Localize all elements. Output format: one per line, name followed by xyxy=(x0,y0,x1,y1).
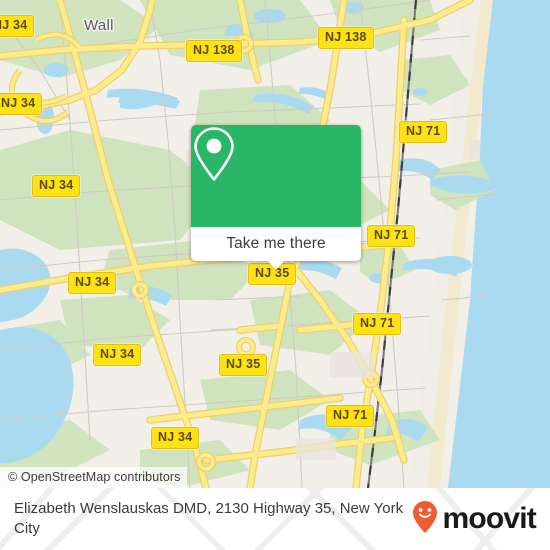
road-shield: NJ 71 xyxy=(326,405,375,427)
road-shield: NJ 71 xyxy=(353,313,402,335)
footer-bar: Elizabeth Wenslauskas DMD, 2130 Highway … xyxy=(0,488,550,550)
place-label-wall: Wall xyxy=(84,17,114,34)
popup-pin-area xyxy=(191,125,361,227)
road-shield: NJ 138 xyxy=(186,40,242,62)
location-title: Elizabeth Wenslauskas DMD, 2130 Highway … xyxy=(14,500,404,537)
road-shield: NJ 34 xyxy=(93,344,142,366)
road-shield: NJ 35 xyxy=(219,354,268,376)
road-shield: NJ 71 xyxy=(399,121,448,143)
moovit-brand[interactable]: moovit xyxy=(412,500,537,539)
road-shield: NJ 71 xyxy=(367,225,416,247)
take-me-there-popup[interactable]: Take me there xyxy=(191,125,361,270)
moovit-wordmark: moovit xyxy=(442,502,536,535)
road-shield: NJ 34 xyxy=(32,175,81,197)
road-shield: NJ 34 xyxy=(0,15,35,37)
map-canvas[interactable]: Wall NJ 34 NJ 138 NJ 138 NJ 34 NJ 71 NJ … xyxy=(0,0,550,488)
popup-tail xyxy=(267,260,285,270)
moovit-pin-smiley-icon xyxy=(412,500,438,539)
road-shield: NJ 34 xyxy=(68,272,117,294)
road-shield: NJ 138 xyxy=(318,27,374,49)
popup-cta-area[interactable]: Take me there xyxy=(191,227,361,270)
road-shield: NJ 34 xyxy=(151,427,200,449)
take-me-there-label: Take me there xyxy=(226,235,326,252)
screenshot-root: Wall NJ 34 NJ 138 NJ 138 NJ 34 NJ 71 NJ … xyxy=(0,0,550,550)
osm-attribution[interactable]: © OpenStreetMap contributors xyxy=(0,467,187,488)
road-shield: NJ 34 xyxy=(0,93,43,115)
